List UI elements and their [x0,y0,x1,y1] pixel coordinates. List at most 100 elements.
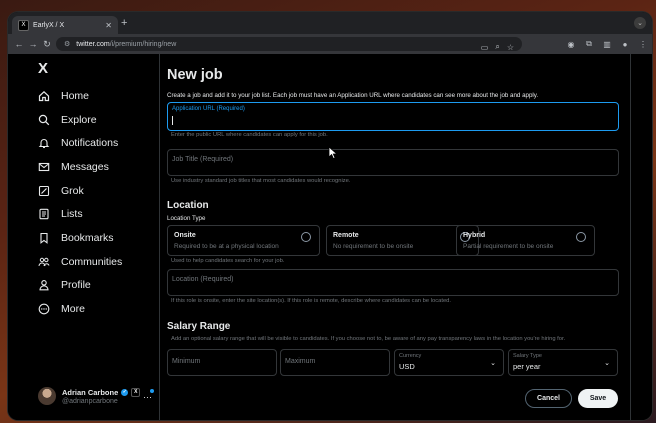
salary-type-select[interactable]: Salary Type per year ⌄ [508,349,618,376]
job-title-field[interactable]: Job Title (Required) [167,149,619,176]
list-icon [38,208,50,220]
sidebar-item-label: Bookmarks [61,231,114,244]
sidebar-item-label: Grok [61,184,84,197]
x-logo-icon[interactable]: X [38,60,48,77]
sidebar-item-label: More [61,303,85,316]
sidebar-item-messages[interactable]: Messages [38,155,122,179]
sidebar-item-label: Messages [61,160,109,173]
site-info-icon[interactable]: ⚙ [64,40,70,48]
main-divider [630,54,631,420]
location-type-help: Used to help candidates search for your … [171,258,285,264]
salary-help: Add an optional salary range that will b… [171,336,566,342]
profile-name: Adrian Carbone [62,387,119,397]
url-path: /i/premium/hiring/new [109,40,177,48]
text-caret [172,116,173,125]
mouse-cursor-icon [328,146,338,160]
job-title-help: Use industry standard job titles that mo… [171,178,351,184]
sidebar-item-more[interactable]: More [38,297,122,321]
bookmark-icon [38,232,50,244]
option-desc: No requirement to be onsite [333,243,414,250]
forward-icon[interactable]: → [26,39,40,49]
zoom-icon[interactable]: ⌕ [495,42,499,52]
page: X Home Explore Notifications Messages Gr… [8,54,652,420]
extensions-icon[interactable]: ⧉ [584,39,594,49]
sidebar-item-profile[interactable]: Profile [38,274,122,298]
job-title-label: Job Title (Required) [172,156,234,163]
location-heading: Location [167,200,209,211]
sidepanel-icon[interactable]: ▥ [602,40,612,49]
option-title: Onsite [174,232,196,239]
location-field[interactable]: Location (Required) [167,269,619,296]
sidebar-item-lists[interactable]: Lists [38,202,122,226]
avatar [38,387,56,405]
verified-badge-icon: ✓ [121,388,129,396]
page-title: New job [167,67,223,83]
location-option-hybrid[interactable]: Hybrid Partial requirement to be onsite [456,225,595,256]
url-host: twitter.com [76,40,110,48]
salary-minimum-field[interactable]: Minimum [167,349,277,376]
salary-type-label: Salary Type [513,353,542,359]
sidebar-item-label: Explore [61,113,97,126]
x-favicon-icon: X [18,19,29,31]
sidebar-divider [159,54,160,420]
radio-button[interactable] [576,232,586,242]
more-dots-icon[interactable]: ··· [143,392,152,402]
back-icon[interactable]: ← [12,39,26,49]
search-icon [38,114,50,126]
star-icon[interactable]: ☆ [507,43,514,52]
chevron-down-icon: ⌄ [490,360,496,367]
option-desc: Partial requirement to be onsite [463,243,554,250]
person-icon [38,279,50,291]
salary-maximum-field[interactable]: Maximum [280,349,390,376]
location-field-help: If this role is onsite, enter the site l… [171,298,451,304]
chevron-down-icon: ⌄ [604,360,610,367]
more-circle-icon [38,303,50,315]
application-url-field[interactable]: Application URL (Required) [167,102,619,131]
address-bar[interactable]: ⚙ twitter.com/i/premium/hiring/new ▭ ⌕ ☆ [56,37,522,52]
bell-icon [38,137,50,149]
option-title: Hybrid [463,232,486,239]
tab-strip: X EarlyX / X ✕ + ⌄ [8,12,652,34]
home-icon [38,90,50,102]
minimum-placeholder: Minimum [172,358,201,365]
sidebar-item-label: Communities [61,255,123,268]
sidebar-item-bookmarks[interactable]: Bookmarks [38,226,122,250]
sidebar-nav: Home Explore Notifications Messages Grok… [38,84,122,321]
tab-search-icon[interactable]: ⌄ [634,17,646,29]
sidebar-item-notifications[interactable]: Notifications [38,131,122,155]
location-field-label: Location (Required) [172,276,234,283]
sidebar-item-home[interactable]: Home [38,84,122,108]
people-icon [38,256,50,268]
currency-value: USD [399,362,415,371]
salary-type-value: per year [513,362,541,371]
browser-toolbar: ← → ↻ ⚙ twitter.com/i/premium/hiring/new… [8,34,652,54]
sidebar-item-communities[interactable]: Communities [38,250,122,274]
account-icon[interactable]: ◉ [566,40,576,49]
account-switcher[interactable]: Adrian Carbone ✓ X @adrianpcarbone ··· [38,387,158,405]
menu-icon[interactable]: ⋮ [638,40,648,49]
maximum-placeholder: Maximum [285,358,316,365]
form-intro: Create a job and add it to your job list… [167,92,539,99]
toolbar-icons: ◉ ⧉ ▥ ● ⋮ [566,37,648,51]
sidebar-item-explore[interactable]: Explore [38,108,122,132]
currency-select[interactable]: Currency USD ⌄ [394,349,504,376]
radio-button[interactable] [301,232,311,242]
new-tab-button[interactable]: + [121,17,127,29]
profile-icon[interactable]: ● [620,40,630,49]
reload-icon[interactable]: ↻ [40,39,54,50]
option-title: Remote [333,232,359,239]
notification-dot [150,389,154,393]
cast-icon[interactable]: ▭ [481,43,489,52]
application-url-label: Application URL (Required) [172,106,245,112]
browser-window: X EarlyX / X ✕ + ⌄ ← → ↻ ⚙ twitter.com/i… [8,12,652,420]
application-url-help: Enter the public URL where candidates ca… [171,132,328,138]
cancel-button[interactable]: Cancel [525,389,572,408]
x-badge-icon: X [131,387,141,397]
location-option-onsite[interactable]: Onsite Required to be at a physical loca… [167,225,320,256]
profile-handle: @adrianpcarbone [62,397,118,405]
sidebar-item-label: Profile [61,279,91,292]
sidebar-item-grok[interactable]: Grok [38,179,122,203]
close-tab-icon[interactable]: ✕ [105,21,112,30]
save-button[interactable]: Save [578,389,618,408]
browser-tab[interactable]: X EarlyX / X ✕ [12,16,118,34]
